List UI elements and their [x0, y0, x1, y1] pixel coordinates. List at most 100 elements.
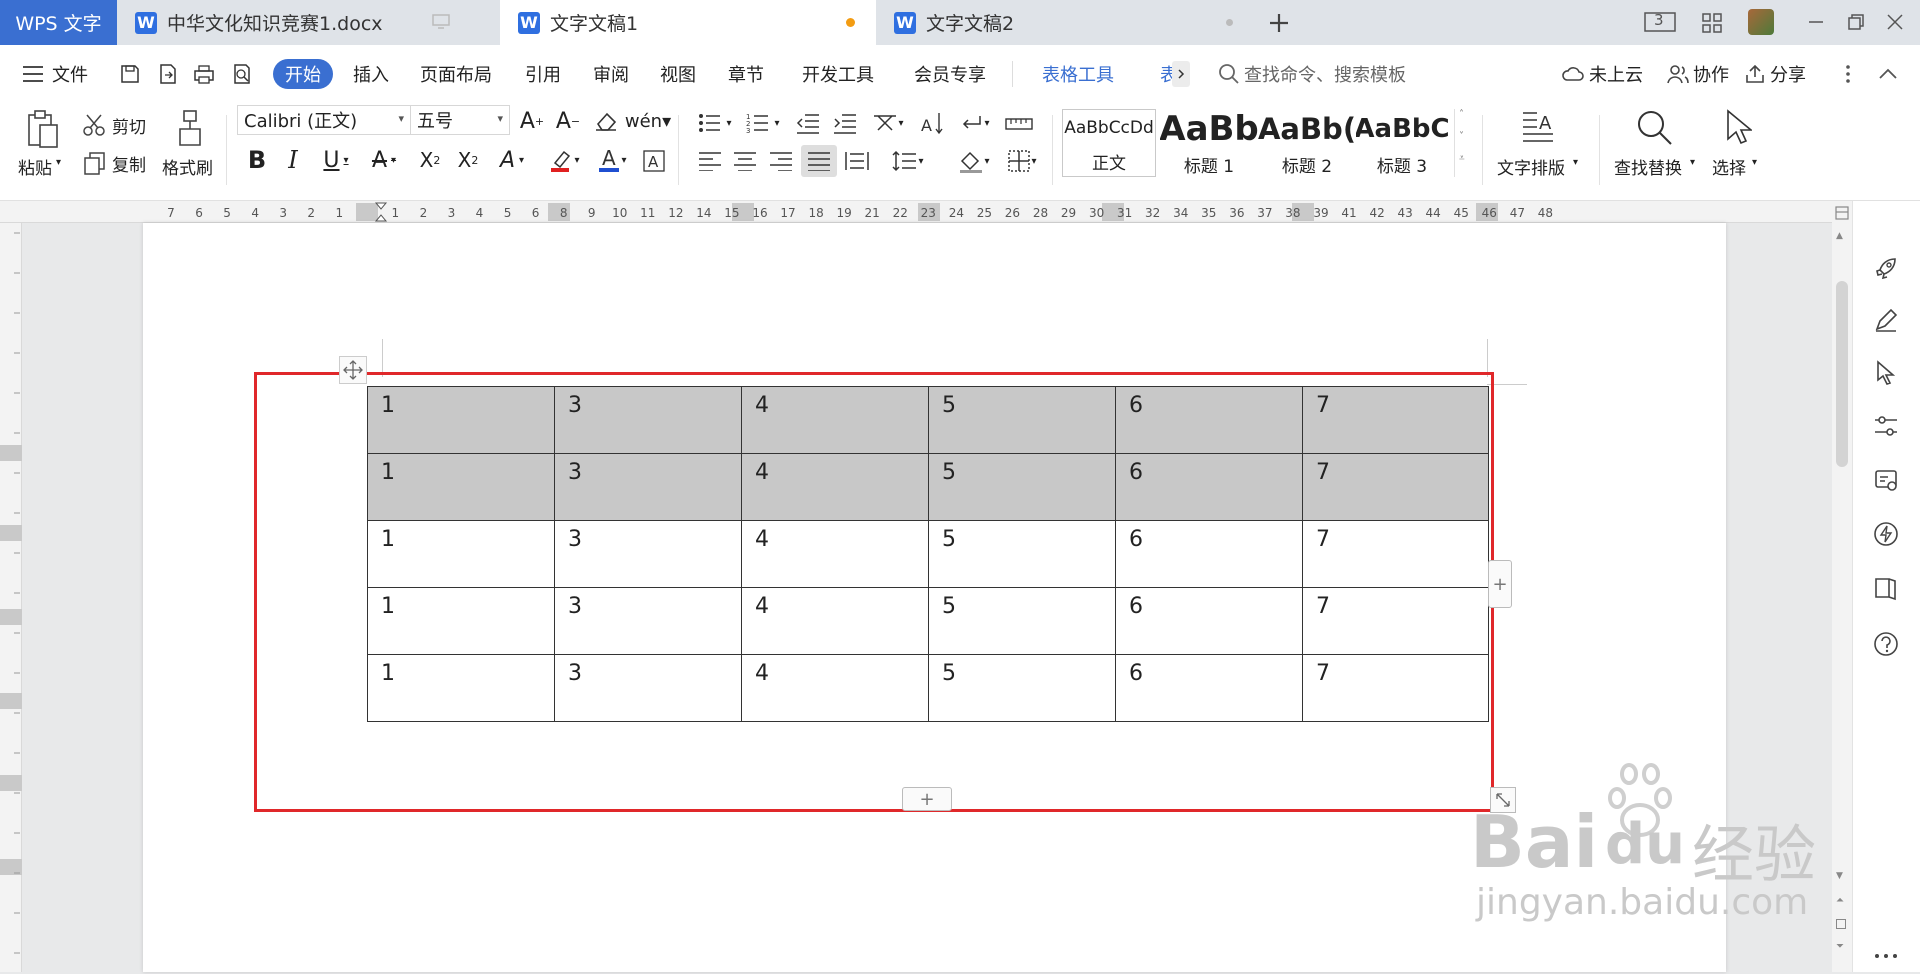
bold-icon[interactable]: B: [243, 145, 271, 175]
table-cell[interactable]: 7: [1302, 453, 1489, 521]
table-cell[interactable]: 3: [554, 386, 742, 454]
shrink-font-icon[interactable]: A −: [554, 107, 582, 135]
more-options-icon[interactable]: [1838, 61, 1858, 87]
paragraph-marks-icon[interactable]: ▾: [952, 109, 996, 137]
table-cell[interactable]: 3: [554, 587, 742, 655]
restore-icon[interactable]: [1846, 12, 1866, 32]
font-size-select[interactable]: 五号 ▾: [410, 105, 510, 135]
table-row[interactable]: 134567: [367, 520, 1489, 588]
table-row[interactable]: 134567: [367, 654, 1489, 722]
style-heading-1[interactable]: AaBb 标题 1: [1160, 109, 1258, 177]
distribute-icon[interactable]: [842, 147, 872, 175]
italic-icon[interactable]: I: [279, 145, 307, 175]
table-cell[interactable]: 3: [554, 453, 742, 521]
select-button[interactable]: 选择 ▾: [1710, 107, 1766, 179]
paste-button[interactable]: 粘贴 ▾: [16, 107, 72, 179]
table-cell[interactable]: 7: [1302, 654, 1489, 722]
table-cell[interactable]: 6: [1115, 386, 1303, 454]
styles-scroll[interactable]: ˄ ˅ ⩡: [1454, 109, 1472, 177]
resize-table-icon[interactable]: [1490, 787, 1516, 813]
vertical-ruler[interactable]: [0, 223, 22, 972]
tab-review[interactable]: 审阅: [593, 45, 629, 103]
tab-insert[interactable]: 插入: [353, 45, 389, 103]
table-cell[interactable]: 4: [741, 386, 929, 454]
add-row-plus-icon[interactable]: +: [902, 787, 952, 811]
bullet-list-icon[interactable]: ▾: [695, 109, 735, 137]
pen-icon[interactable]: [1868, 302, 1904, 338]
previous-page-icon[interactable]: ⏶: [1836, 895, 1844, 906]
tab-document-2-active[interactable]: W 文字文稿1: [500, 0, 876, 45]
table-cell[interactable]: 1: [367, 587, 555, 655]
phonetic-guide-icon[interactable]: wén▾: [625, 107, 671, 135]
table-cell[interactable]: 6: [1115, 453, 1303, 521]
table-cell[interactable]: 6: [1115, 654, 1303, 722]
table-cell[interactable]: 5: [928, 453, 1116, 521]
help-icon[interactable]: [1868, 626, 1904, 662]
align-left-icon[interactable]: [695, 147, 725, 175]
align-center-icon[interactable]: [730, 147, 760, 175]
text-layout-button[interactable]: A 文字排版 ▾: [1493, 107, 1583, 179]
scroll-up-icon[interactable]: ▲: [1836, 231, 1843, 241]
cloud-status-button[interactable]: 未上云: [1561, 45, 1643, 103]
table-row[interactable]: 134567: [367, 453, 1489, 521]
font-name-select[interactable]: Calibri (正文) ▾: [237, 105, 411, 135]
clear-format-icon[interactable]: [592, 107, 620, 135]
export-pdf-icon[interactable]: [155, 61, 181, 87]
vertical-scrollbar[interactable]: ▲ ▼ ⏶ ⏷: [1832, 201, 1852, 972]
grid-apps-icon[interactable]: [1699, 10, 1725, 36]
chevron-up-icon[interactable]: ˄: [1459, 109, 1464, 120]
font-color-icon[interactable]: A ▾: [590, 145, 634, 175]
cut-button[interactable]: 剪切: [82, 111, 152, 139]
tab-view[interactable]: 视图: [660, 45, 696, 103]
increase-indent-icon[interactable]: [829, 109, 861, 137]
command-search[interactable]: 查找命令、搜索模板: [1218, 45, 1406, 103]
tab-references[interactable]: 引用: [525, 45, 561, 103]
table-cell[interactable]: 7: [1302, 520, 1489, 588]
highlight-icon[interactable]: ▾: [542, 145, 586, 175]
align-right-icon[interactable]: [766, 147, 796, 175]
minimize-icon[interactable]: [1806, 12, 1826, 32]
tab-chapter[interactable]: 章节: [728, 45, 764, 103]
table-cell[interactable]: 5: [928, 587, 1116, 655]
text-direction-icon[interactable]: A: [916, 109, 946, 137]
style-heading-2[interactable]: AaBb( 标题 2: [1258, 109, 1356, 177]
next-page-icon[interactable]: ⏷: [1836, 941, 1844, 952]
tab-member[interactable]: 会员专享: [914, 45, 986, 103]
table-cell[interactable]: 1: [367, 520, 555, 588]
tab-start[interactable]: 开始: [273, 59, 333, 89]
borders-icon[interactable]: ▾: [1000, 147, 1044, 175]
table-cell[interactable]: 4: [741, 654, 929, 722]
window-count-icon[interactable]: 3: [1644, 10, 1678, 34]
app-menu-button[interactable]: WPS 文字: [0, 0, 117, 45]
browse-object-icon[interactable]: [1836, 919, 1846, 929]
ruler-toggle-icon[interactable]: [1002, 109, 1036, 137]
settings-sliders-icon[interactable]: [1868, 408, 1904, 444]
table-cell[interactable]: 4: [741, 453, 929, 521]
format-painter-button[interactable]: 格式刷: [162, 107, 222, 179]
chevron-down-icon[interactable]: ˅: [1459, 131, 1464, 142]
superscript-icon[interactable]: X2: [414, 145, 446, 175]
style-heading-3[interactable]: AaBbC 标题 3: [1356, 109, 1448, 177]
split-view-icon[interactable]: [1834, 205, 1850, 221]
close-icon[interactable]: [1885, 12, 1905, 32]
file-menu[interactable]: 文件: [22, 45, 88, 103]
document-page[interactable]: 134567134567134567134567134567 + +: [143, 223, 1726, 972]
collapse-ribbon-icon[interactable]: [1876, 61, 1900, 87]
print-preview-icon[interactable]: [229, 61, 255, 87]
scrollbar-thumb[interactable]: [1836, 281, 1848, 467]
table-cell[interactable]: 7: [1302, 587, 1489, 655]
lightning-icon[interactable]: [1868, 516, 1904, 552]
new-tab-plus-icon[interactable]: [1264, 8, 1294, 38]
scroll-down-icon[interactable]: ▼: [1836, 871, 1843, 881]
table-cell[interactable]: 6: [1115, 587, 1303, 655]
collaborate-button[interactable]: 协作: [1667, 45, 1729, 103]
numbered-list-icon[interactable]: 1 2 3 ▾: [743, 109, 783, 137]
justify-icon[interactable]: [801, 145, 837, 177]
share-button[interactable]: 分享: [1744, 45, 1806, 103]
table-cell[interactable]: 4: [741, 520, 929, 588]
table-cell[interactable]: 4: [741, 587, 929, 655]
table-cell[interactable]: 3: [554, 520, 742, 588]
table-cell[interactable]: 5: [928, 654, 1116, 722]
table-cell[interactable]: 1: [367, 453, 555, 521]
column-marker[interactable]: [356, 203, 378, 221]
